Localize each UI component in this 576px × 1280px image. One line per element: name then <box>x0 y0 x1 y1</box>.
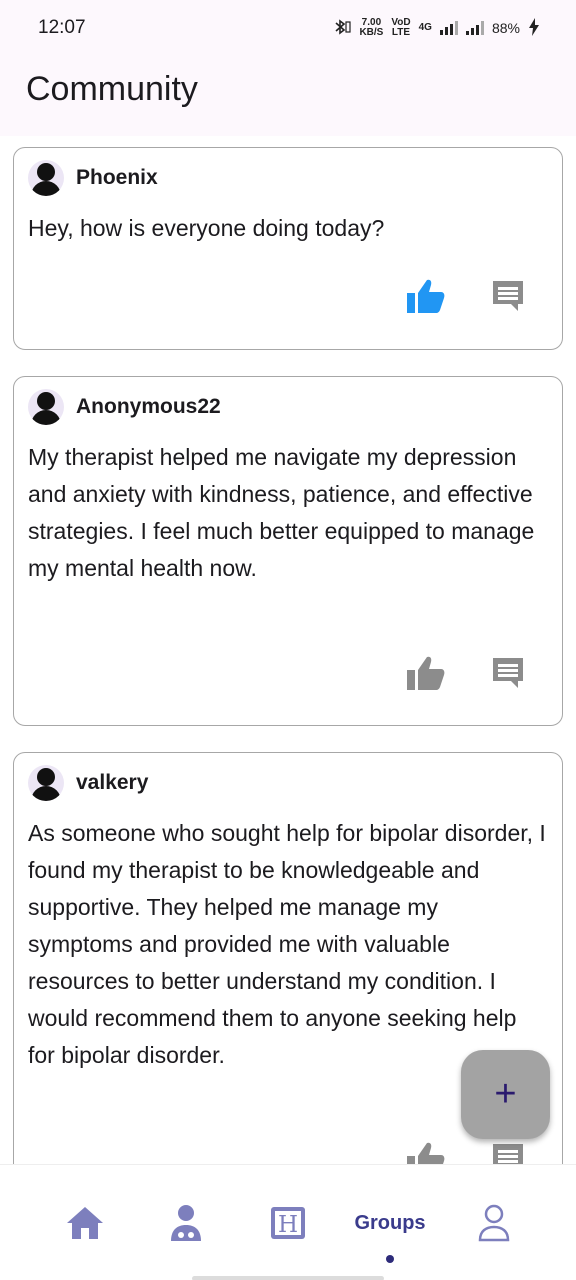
home-indicator <box>192 1276 384 1280</box>
avatar[interactable] <box>28 765 64 801</box>
post-actions <box>406 1139 528 1164</box>
profile-icon <box>478 1204 510 1242</box>
avatar[interactable] <box>28 389 64 425</box>
nav-groups[interactable]: Groups <box>344 1203 436 1243</box>
volte-indicator: VoD LTE <box>391 17 411 38</box>
nav-therapists[interactable] <box>166 1203 206 1243</box>
thumb-up-icon <box>407 279 445 313</box>
status-time: 12:07 <box>38 17 86 38</box>
avatar[interactable] <box>28 160 64 196</box>
post-text: My therapist helped me navigate my depre… <box>28 444 535 581</box>
post-actions <box>406 276 528 316</box>
network-type: 4G <box>418 22 432 33</box>
post-header: Anonymous22 <box>28 389 221 425</box>
app-bar: Community <box>0 56 576 136</box>
new-post-button[interactable]: + <box>461 1050 550 1139</box>
nav-home[interactable] <box>64 1203 106 1243</box>
page-title: Community <box>26 70 198 108</box>
post-header: Phoenix <box>28 160 158 196</box>
doctor-icon <box>171 1205 201 1241</box>
comment-button[interactable] <box>488 276 528 316</box>
battery-level: 88% <box>491 20 520 36</box>
signal-icon <box>439 21 458 35</box>
thumb-up-icon <box>407 1142 445 1164</box>
bluetooth-icon <box>333 18 352 38</box>
comment-icon <box>493 1144 523 1164</box>
post-feed[interactable]: Phoenix Hey, how is everyone doing today… <box>0 136 576 1164</box>
post-author[interactable]: Anonymous22 <box>76 395 221 419</box>
post-card: Anonymous22 My therapist helped me navig… <box>13 376 563 726</box>
post-actions <box>406 653 528 693</box>
thumb-up-icon <box>407 656 445 690</box>
signal-icon-2 <box>465 21 484 35</box>
post-text: As someone who sought help for bipolar d… <box>28 820 546 1068</box>
post-card: Phoenix Hey, how is everyone doing today… <box>13 147 563 350</box>
like-button[interactable] <box>406 276 446 316</box>
hospital-icon: H <box>271 1207 305 1239</box>
network-speed: 7.00 KB/S <box>359 17 384 38</box>
status-icons: 7.00 KB/S VoD LTE 4G 88% <box>333 17 540 39</box>
post-text: Hey, how is everyone doing today? <box>28 215 385 241</box>
like-button[interactable] <box>406 653 446 693</box>
status-bar: 12:07 7.00 KB/S VoD LTE 4G 88% <box>0 0 576 56</box>
like-button[interactable] <box>406 1139 446 1164</box>
comment-button[interactable] <box>488 1139 528 1164</box>
home-icon <box>67 1207 103 1239</box>
post-header: valkery <box>28 765 148 801</box>
bottom-nav: H Groups <box>0 1164 576 1280</box>
post-author[interactable]: Phoenix <box>76 166 158 190</box>
comment-icon <box>493 658 523 688</box>
plus-icon: + <box>494 1073 517 1115</box>
nav-hospital[interactable]: H <box>268 1203 308 1243</box>
post-author[interactable]: valkery <box>76 771 148 795</box>
comment-button[interactable] <box>488 653 528 693</box>
nav-groups-label: Groups <box>354 1211 426 1234</box>
comment-icon <box>493 281 523 311</box>
charging-icon <box>528 17 540 39</box>
active-indicator <box>386 1255 394 1263</box>
nav-profile[interactable] <box>474 1203 514 1243</box>
svg-text:H: H <box>278 1212 298 1238</box>
